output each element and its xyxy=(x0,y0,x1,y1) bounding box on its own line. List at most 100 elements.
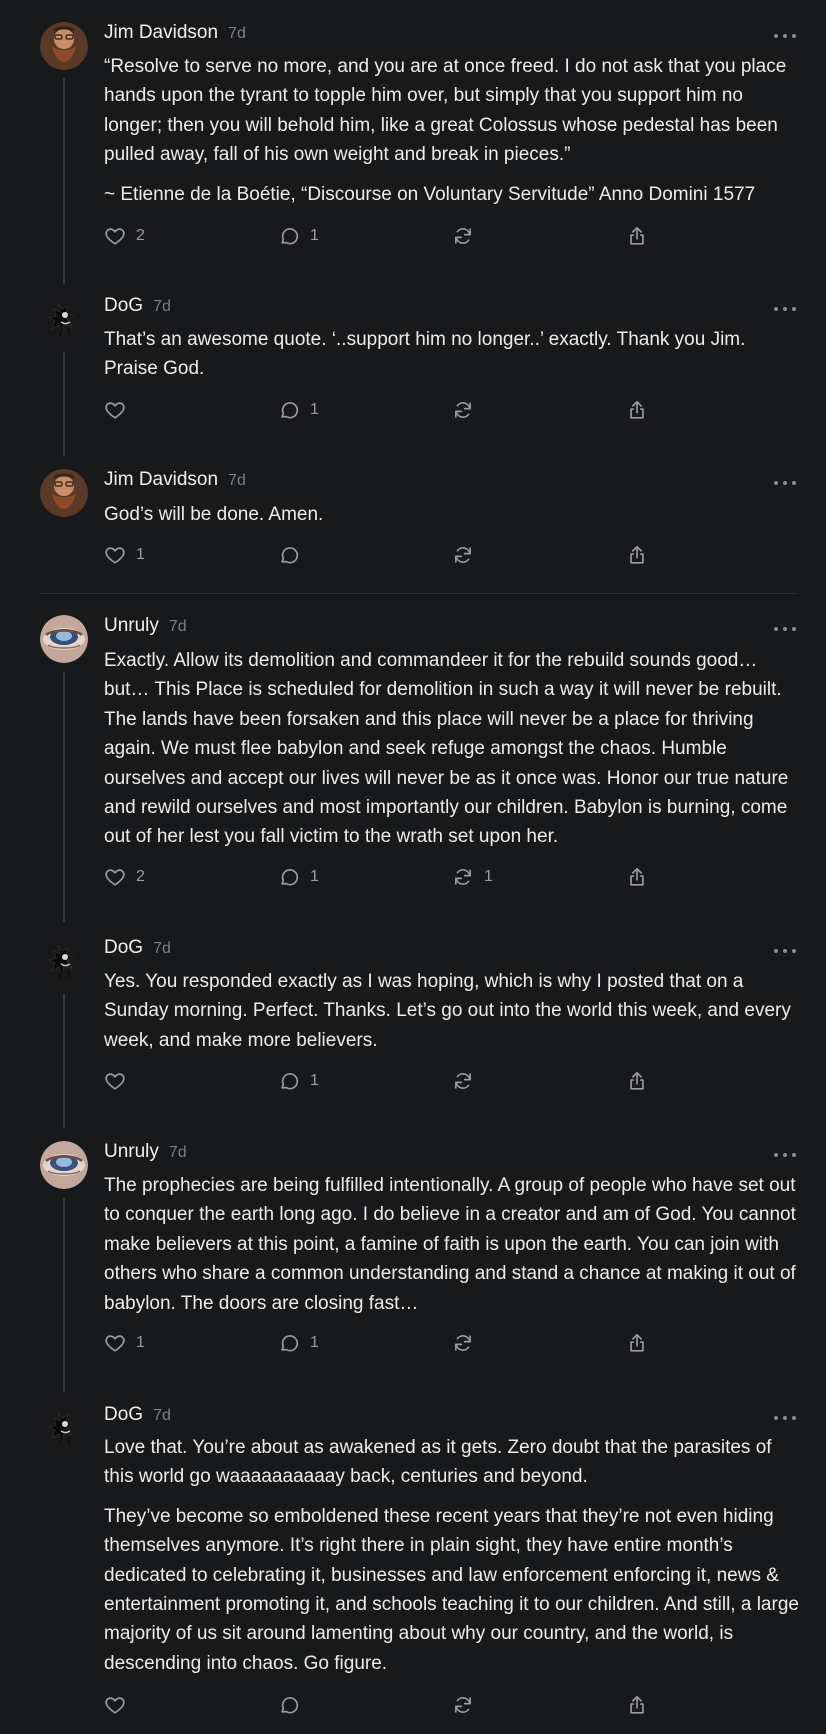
thread-line xyxy=(63,672,65,922)
reply-count: 1 xyxy=(310,1334,319,1351)
heart-icon xyxy=(104,866,126,888)
post-time: 7d xyxy=(228,472,246,489)
avatar[interactable] xyxy=(40,295,88,343)
author-name[interactable]: Unruly xyxy=(104,615,159,637)
repost-button[interactable]: 1 xyxy=(452,865,493,889)
repost-arrows-icon xyxy=(452,1070,474,1092)
post-time: 7d xyxy=(153,298,171,315)
post-body: God’s will be done. Amen. xyxy=(104,500,804,529)
reply-count: 1 xyxy=(310,401,319,418)
reply-button[interactable]: 1 xyxy=(278,224,319,248)
post-actions: 1 1 xyxy=(104,1331,664,1355)
repost-button[interactable] xyxy=(452,543,484,567)
thread-line xyxy=(63,78,65,284)
like-button[interactable]: 1 xyxy=(104,543,145,567)
share-button[interactable] xyxy=(626,1693,648,1717)
post-header: DoG 7d xyxy=(104,937,171,963)
more-dots-icon[interactable] xyxy=(774,1150,796,1160)
thread-line xyxy=(63,352,65,456)
author-name[interactable]: Jim Davidson xyxy=(104,22,218,44)
post-body: Love that. You’re about as awakened as i… xyxy=(104,1433,804,1678)
post-actions xyxy=(104,1693,664,1717)
like-button[interactable]: 1 xyxy=(104,1331,145,1355)
avatar[interactable] xyxy=(40,615,88,663)
repost-button[interactable] xyxy=(452,1693,484,1717)
comment-bubble-icon xyxy=(278,1694,300,1716)
post-text: “Resolve to serve no more, and you are a… xyxy=(104,56,787,166)
more-dots-icon[interactable] xyxy=(774,946,796,956)
post-actions: 1 xyxy=(104,1069,664,1093)
author-name[interactable]: DoG xyxy=(104,937,143,959)
post-body: Exactly. Allow its demolition and comman… xyxy=(104,646,804,852)
avatar[interactable] xyxy=(40,1141,88,1189)
post-actions: 2 1 1 xyxy=(104,865,664,889)
avatar[interactable] xyxy=(40,469,88,517)
more-dots-icon[interactable] xyxy=(774,304,796,314)
repost-button[interactable] xyxy=(452,224,484,248)
share-button[interactable] xyxy=(626,398,648,422)
like-button[interactable]: 2 xyxy=(104,224,145,248)
comment-bubble-icon xyxy=(278,866,300,888)
post-time: 7d xyxy=(153,1407,171,1424)
more-dots-icon[interactable] xyxy=(774,31,796,41)
like-button[interactable] xyxy=(104,1693,136,1717)
reply-button[interactable] xyxy=(278,1693,310,1717)
like-button[interactable]: 2 xyxy=(104,865,145,889)
post-actions: 2 1 xyxy=(104,224,664,248)
share-button[interactable] xyxy=(626,865,648,889)
more-dots-icon[interactable] xyxy=(774,478,796,488)
repost-count: 1 xyxy=(484,868,493,885)
reply-button[interactable] xyxy=(278,543,310,567)
author-name[interactable]: DoG xyxy=(104,1404,143,1426)
share-button[interactable] xyxy=(626,1331,648,1355)
like-count: 1 xyxy=(136,1334,145,1351)
post-text: ~ Etienne de la Boétie, “Discourse on Vo… xyxy=(104,183,756,205)
thread-divider xyxy=(40,593,798,594)
avatar[interactable] xyxy=(40,937,88,985)
heart-icon xyxy=(104,399,126,421)
avatar-unruly-image xyxy=(40,1141,88,1189)
share-icon xyxy=(626,1694,648,1716)
post-actions: 1 xyxy=(104,398,664,422)
post-body: The prophecies are being fulfilled inten… xyxy=(104,1171,804,1318)
more-dots-icon[interactable] xyxy=(774,624,796,634)
post-body: That’s an awesome quote. ‘..support him … xyxy=(104,325,804,384)
avatar[interactable] xyxy=(40,22,88,70)
repost-button[interactable] xyxy=(452,1331,484,1355)
share-icon xyxy=(626,866,648,888)
reply-button[interactable]: 1 xyxy=(278,1331,319,1355)
reply-button[interactable]: 1 xyxy=(278,865,319,889)
more-dots-icon[interactable] xyxy=(774,1413,796,1423)
reply-button[interactable]: 1 xyxy=(278,398,319,422)
comment-bubble-icon xyxy=(278,1070,300,1092)
author-name[interactable]: Unruly xyxy=(104,1141,159,1163)
comment-bubble-icon xyxy=(278,544,300,566)
author-name[interactable]: Jim Davidson xyxy=(104,469,218,491)
share-button[interactable] xyxy=(626,224,648,248)
like-count: 2 xyxy=(136,227,145,244)
repost-arrows-icon xyxy=(452,544,474,566)
avatar-jim-image xyxy=(40,22,88,70)
heart-icon xyxy=(104,225,126,247)
post-header: Unruly 7d xyxy=(104,1141,187,1167)
thread-line xyxy=(63,1198,65,1392)
post-header: DoG 7d xyxy=(104,1404,171,1430)
like-button[interactable] xyxy=(104,398,136,422)
share-icon xyxy=(626,225,648,247)
post-text: Exactly. Allow its demolition and comman… xyxy=(104,650,789,848)
share-button[interactable] xyxy=(626,543,648,567)
repost-button[interactable] xyxy=(452,1069,484,1093)
thread-line xyxy=(63,994,65,1128)
avatar[interactable] xyxy=(40,1404,88,1452)
like-count: 2 xyxy=(136,868,145,885)
reply-button[interactable]: 1 xyxy=(278,1069,319,1093)
post-header: Unruly 7d xyxy=(104,615,187,641)
repost-button[interactable] xyxy=(452,398,484,422)
post-time: 7d xyxy=(153,940,171,957)
like-button[interactable] xyxy=(104,1069,136,1093)
heart-icon xyxy=(104,1070,126,1092)
post-text: They’ve become so emboldened these recen… xyxy=(104,1505,799,1674)
repost-arrows-icon xyxy=(452,225,474,247)
share-button[interactable] xyxy=(626,1069,648,1093)
author-name[interactable]: DoG xyxy=(104,295,143,317)
